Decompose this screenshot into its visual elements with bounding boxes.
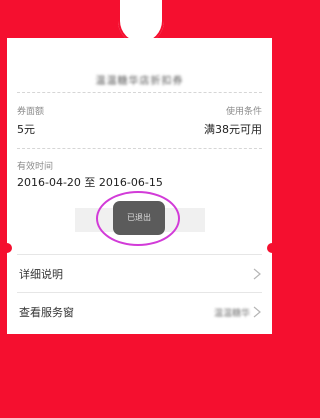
- coupon-title: 温温糖华店折扣券: [95, 76, 184, 87]
- amount-value: 5元: [17, 123, 35, 136]
- service-window-hint: 温温糖华: [213, 309, 250, 319]
- left-notch: [2, 243, 12, 253]
- detail-row[interactable]: 详细说明: [7, 256, 272, 292]
- coupon-detail-page: 温温糖华店折扣券 券面额 使用条件 5元 满38元可用 有效时间 2016-04…: [0, 0, 279, 418]
- coupon-card: 温温糖华店折扣券 券面额 使用条件 5元 满38元可用 有效时间 2016-04…: [2, 38, 277, 334]
- amount-label: 券面额: [17, 107, 45, 117]
- condition-label: 使用条件: [225, 107, 262, 117]
- detail-row-label: 详细说明: [19, 268, 63, 281]
- chevron-right-icon: [253, 268, 261, 280]
- divider: [17, 292, 262, 293]
- validity-label: 有效时间: [17, 162, 54, 172]
- service-window-label: 查看服务窗: [19, 306, 74, 319]
- validity-value: 2016-04-20 至 2016-06-15: [17, 176, 163, 189]
- right-notch: [267, 243, 277, 253]
- divider: [17, 254, 262, 255]
- divider: [17, 92, 262, 93]
- divider: [17, 148, 262, 149]
- chevron-right-icon: [253, 306, 261, 318]
- annotation-circle: [96, 191, 180, 246]
- service-window-row[interactable]: 查看服务窗 温温糖华: [7, 294, 272, 330]
- condition-value: 满38元可用: [204, 123, 262, 136]
